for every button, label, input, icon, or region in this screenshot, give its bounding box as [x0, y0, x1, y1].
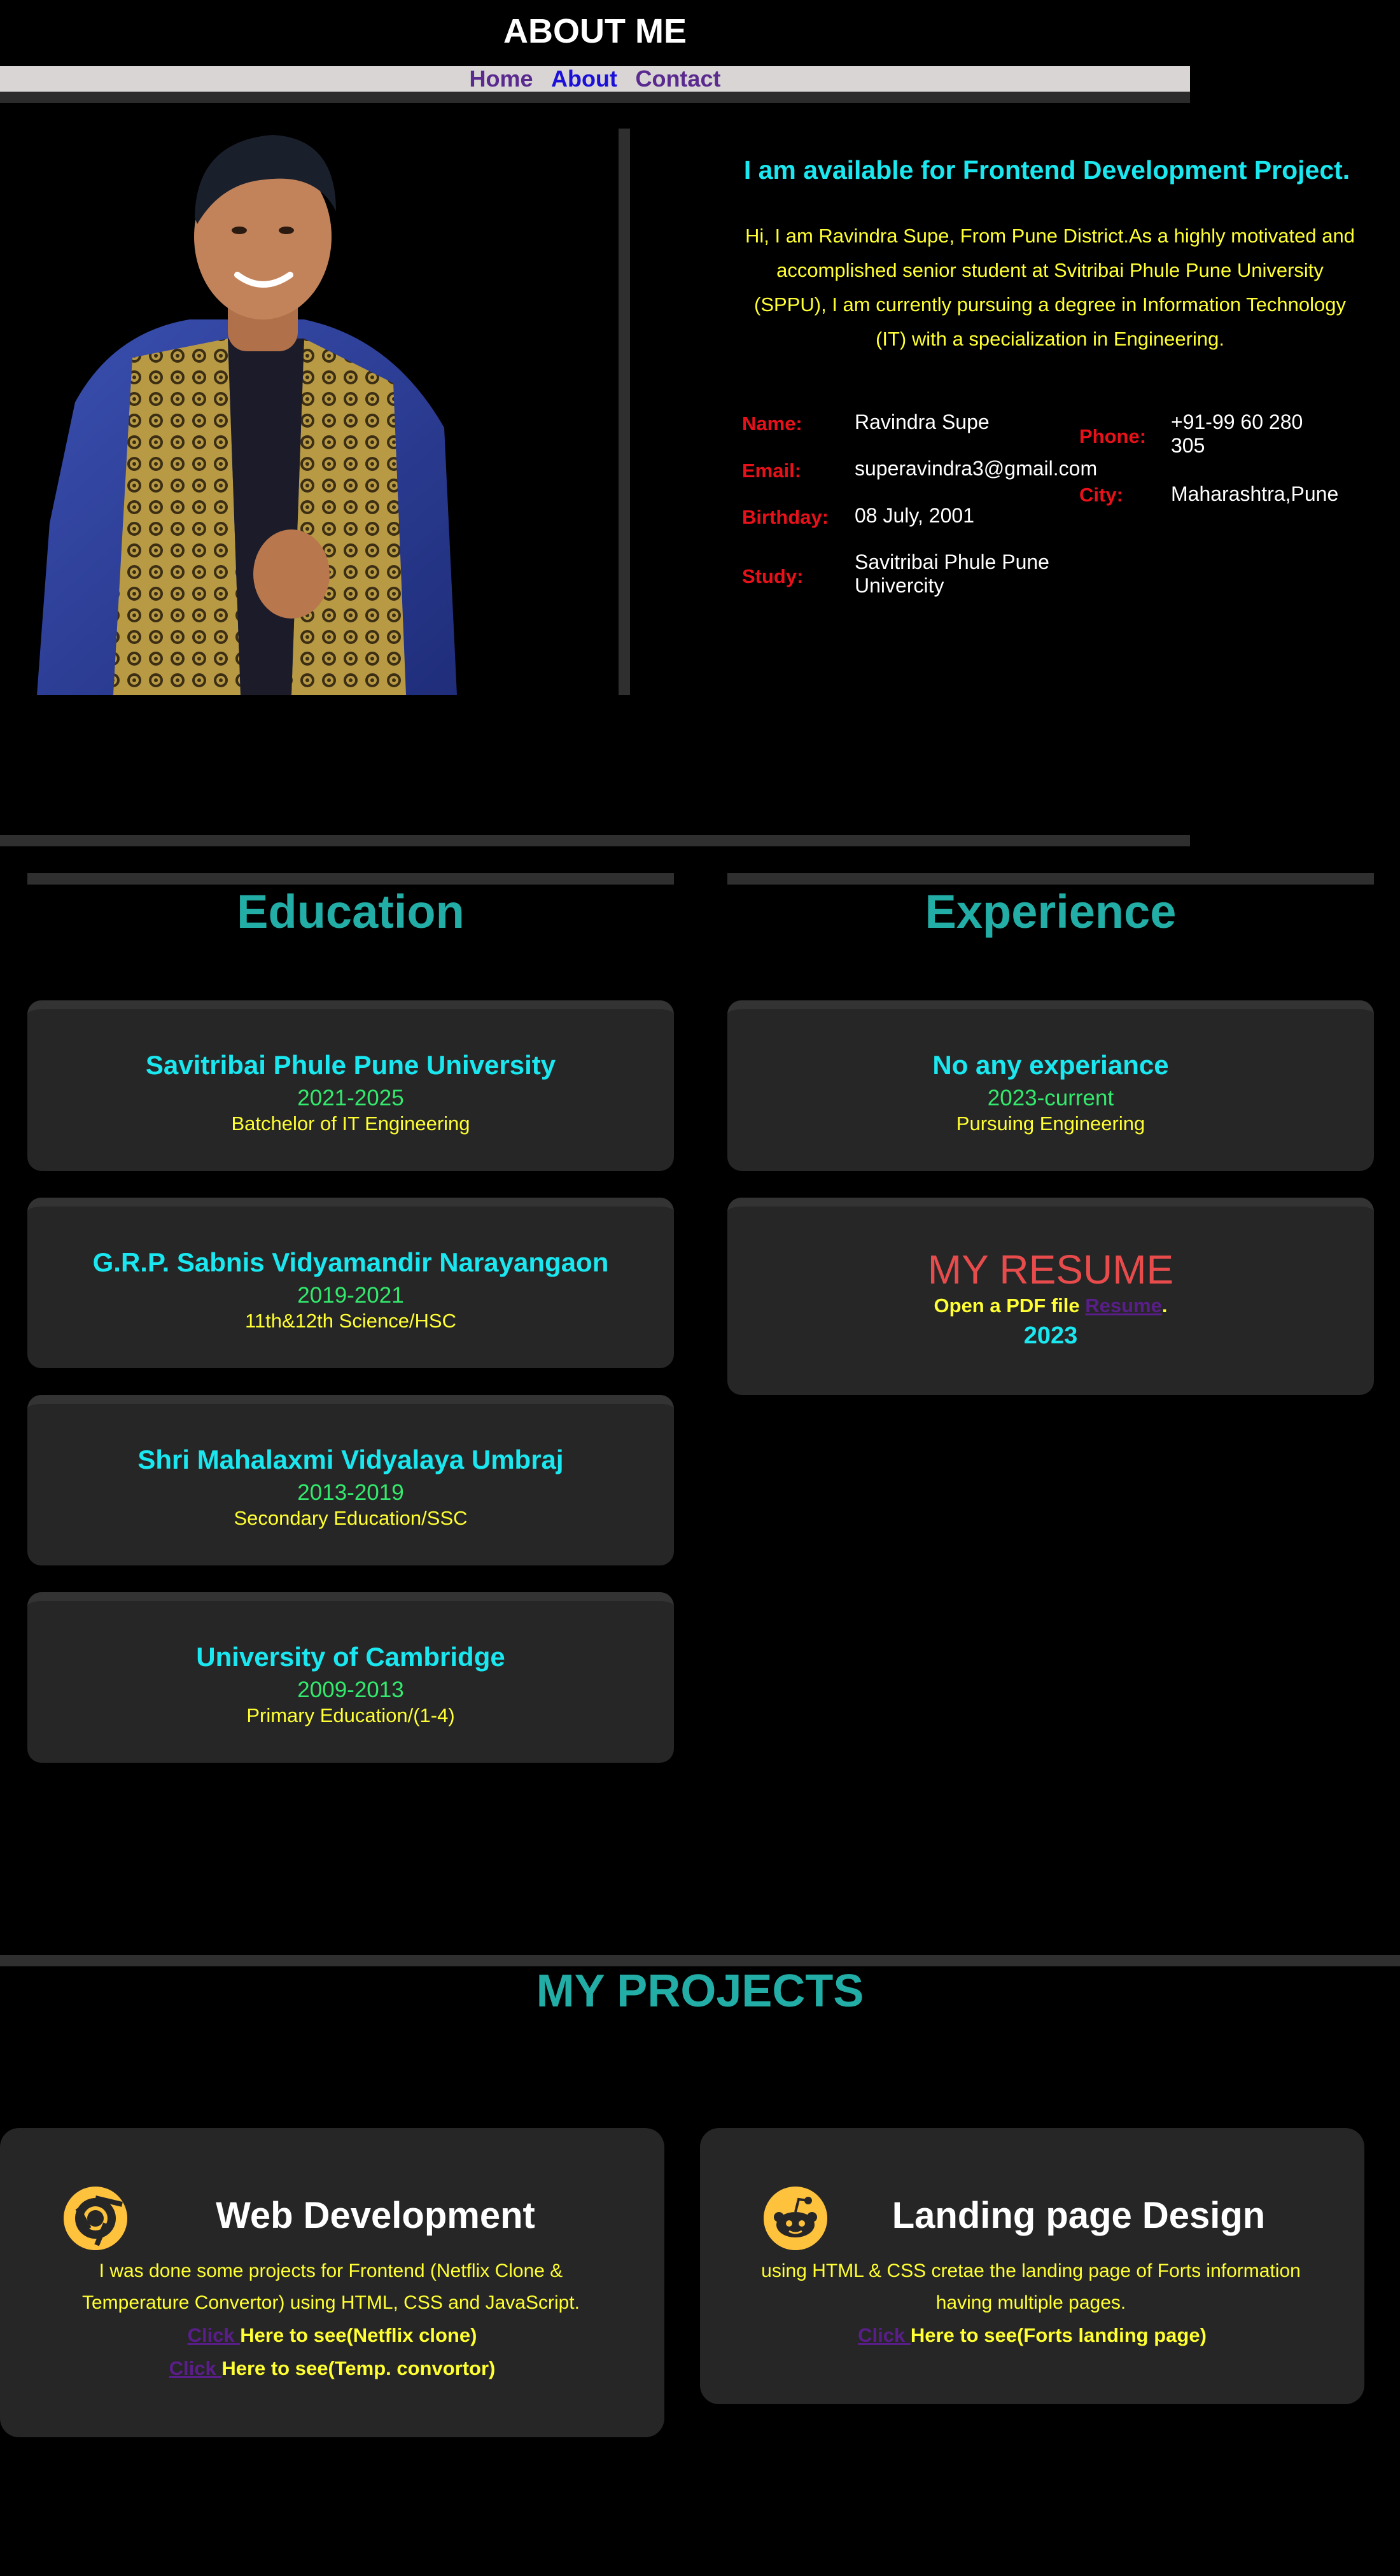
project-link-row: Click Here to see(Netflix clone): [0, 2319, 664, 2352]
experience-role: No any experiance: [932, 1050, 1169, 1080]
education-card: Savitribai Phule Pune University 2021-20…: [27, 1000, 674, 1171]
forts-link-text: Here to see(Forts landing page): [910, 2324, 1207, 2346]
experience-years: 2023-current: [987, 1086, 1114, 1110]
resume-card: MY RESUME Open a PDF file Resume. 2023: [727, 1198, 1374, 1395]
experience-desc: Pursuing Engineering: [956, 1112, 1145, 1135]
vertical-divider: [619, 129, 630, 695]
forts-click-link[interactable]: Click: [858, 2324, 911, 2346]
birthday-value: 08 July, 2001: [855, 504, 974, 527]
experience-bar: [727, 873, 1374, 885]
education-school: Savitribai Phule Pune University: [145, 1050, 556, 1080]
city-label: City:: [1079, 484, 1123, 506]
section-divider: [0, 835, 1190, 846]
nav-about-link[interactable]: About: [551, 66, 617, 92]
education-years: 2021-2025: [297, 1086, 404, 1110]
project-card-web: Web Development I was done some projects…: [0, 2128, 664, 2437]
project-link-row: Click Here to see(Forts landing page): [700, 2319, 1364, 2352]
netflix-click-link[interactable]: Click: [188, 2324, 241, 2346]
project-desc-web: I was done some projects for Frontend (N…: [82, 2260, 580, 2313]
education-desc: 11th&12th Science/HSC: [244, 1310, 456, 1332]
study-value: Savitribai Phule Pune Univercity: [855, 550, 1049, 597]
study-label: Study:: [742, 565, 804, 587]
education-years: 2013-2019: [297, 1480, 404, 1505]
name-value: Ravindra Supe: [855, 410, 990, 433]
education-card: Shri Mahalaxmi Vidyalaya Umbraj 2013-201…: [27, 1395, 674, 1565]
resume-text: Open a PDF file: [934, 1294, 1086, 1317]
availability-headline: I am available for Frontend Development …: [743, 155, 1350, 185]
project-title-landing: Landing page Design: [892, 2195, 1266, 2236]
experience-title: Experience: [925, 885, 1177, 938]
profile-photo: [37, 135, 457, 695]
education-title: Education: [237, 885, 465, 938]
education-card: G.R.P. Sabnis Vidyamandir Narayangaon 20…: [27, 1198, 674, 1368]
education-desc: Secondary Education/SSC: [234, 1507, 468, 1529]
education-desc: Primary Education/(1-4): [246, 1704, 455, 1726]
education-school: G.R.P. Sabnis Vidyamandir Narayangaon: [92, 1247, 609, 1277]
email-value: superavindra3@gmail.com: [855, 457, 1098, 480]
email-label: Email:: [742, 459, 802, 482]
education-school: University of Cambridge: [196, 1642, 505, 1672]
experience-card: No any experiance 2023-current Pursuing …: [727, 1000, 1374, 1171]
nav-home-link[interactable]: Home: [470, 66, 533, 92]
name-label: Name:: [742, 412, 802, 435]
resume-year: 2023: [1023, 1322, 1078, 1349]
project-card-landing: Landing page Design using HTML & CSS cre…: [700, 2128, 1364, 2404]
project-desc-landing: using HTML & CSS cretae the landing page…: [761, 2260, 1301, 2313]
intro-paragraph: Hi, I am Ravindra Supe, From Pune Distri…: [745, 225, 1355, 350]
education-card: University of Cambridge 2009-2013 Primar…: [27, 1592, 674, 1763]
resume-line: Open a PDF file Resume.: [727, 1294, 1374, 1317]
education-bar: [27, 873, 674, 885]
nav-divider: [0, 92, 1190, 103]
netflix-link-text: Here to see(Netflix clone): [240, 2324, 477, 2346]
reddit-icon: [764, 2187, 827, 2250]
resume-title: MY RESUME: [927, 1247, 1174, 1292]
phone-label: Phone:: [1079, 425, 1147, 447]
phone-value: +91-99 60 280 305: [1171, 410, 1303, 457]
project-title-web: Web Development: [216, 2195, 535, 2236]
birthday-label: Birthday:: [742, 506, 829, 528]
convertor-click-link[interactable]: Click: [169, 2357, 222, 2379]
projects-title: MY PROJECTS: [536, 1966, 864, 2017]
page-title: ABOUT ME: [503, 12, 687, 50]
resume-link[interactable]: Resume: [1085, 1294, 1162, 1317]
navbar: Home About Contact: [0, 66, 1190, 92]
education-desc: Batchelor of IT Engineering: [231, 1112, 470, 1135]
resume-period: .: [1161, 1294, 1168, 1317]
project-link-row: Click Here to see(Temp. convortor): [0, 2352, 664, 2385]
education-years: 2019-2021: [297, 1283, 404, 1308]
chrome-icon: [64, 2187, 127, 2250]
education-years: 2009-2013: [297, 1677, 404, 1702]
city-value: Maharashtra,Pune: [1171, 482, 1339, 505]
education-school: Shri Mahalaxmi Vidyalaya Umbraj: [137, 1445, 564, 1474]
nav-contact-link[interactable]: Contact: [635, 66, 720, 92]
convertor-link-text: Here to see(Temp. convortor): [221, 2357, 496, 2379]
